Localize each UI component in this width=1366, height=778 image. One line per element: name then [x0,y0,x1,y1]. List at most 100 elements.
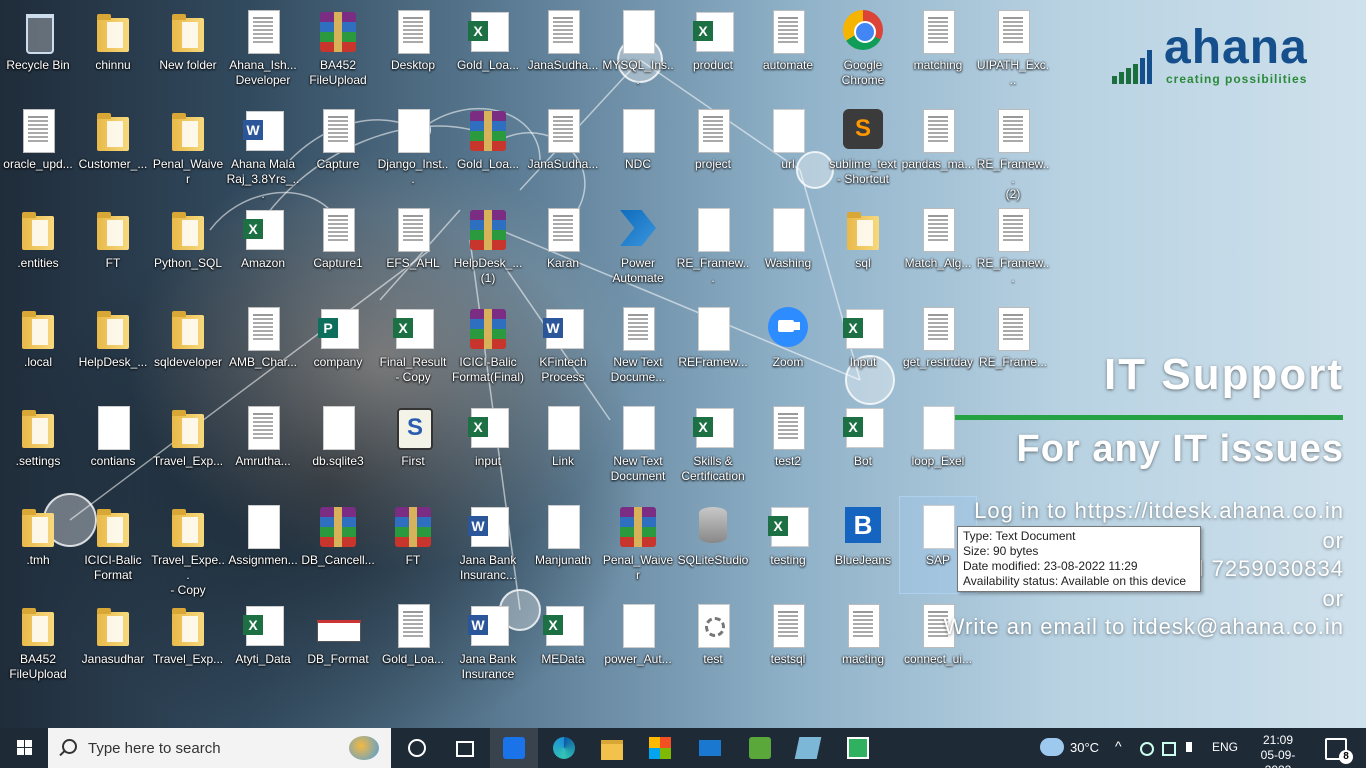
desktop-icon[interactable]: New Text Docume... [600,299,676,395]
desktop-icon[interactable]: W Ahana Mala Raj_3.8Yrs_... [225,101,301,201]
desktop-icon[interactable]: ICICI-Balic Format(Final) [450,299,526,395]
taskbar-app-pinned-4[interactable] [834,728,882,768]
desktop-icon[interactable]: contians [75,398,151,494]
desktop-icon[interactable]: REFramew... [675,299,751,395]
desktop-icon[interactable]: RE_Framew... [975,200,1051,296]
start-button[interactable] [0,728,48,768]
desktop-icon[interactable]: testsql [750,596,826,692]
desktop-icon[interactable]: RE_Frame... [975,299,1051,395]
desktop-icon[interactable]: Capture [300,101,376,197]
desktop-icon[interactable]: Link [525,398,601,494]
chevron-up-icon[interactable]: ^ [1115,738,1131,754]
desktop-icon[interactable]: Karan [525,200,601,296]
desktop-icon[interactable]: Power Automate [600,200,676,296]
desktop-icon[interactable]: Customer_... [75,101,151,197]
desktop-icon[interactable]: X Gold_Loa... [450,2,526,98]
desktop-icon[interactable]: url [750,101,826,197]
desktop-icon[interactable]: Assignmen... [225,497,301,593]
desktop-icon[interactable]: Gold_Loa... [375,596,451,692]
weather-temperature[interactable]: 30°C [1070,740,1099,755]
desktop-icon[interactable]: Manjunath [525,497,601,593]
desktop-icon[interactable]: MYSQL_Ins... [600,2,676,98]
desktop-icon[interactable]: B BlueJeans [825,497,901,593]
desktop-icon[interactable]: Gold_Loa... [450,101,526,197]
desktop-icon[interactable]: loop_Exel [900,398,976,494]
desktop-icon[interactable]: pandas_ma... [900,101,976,197]
desktop-icon[interactable]: Python_SQL [150,200,226,296]
desktop-icon[interactable]: power_Aut... [600,596,676,692]
network-icon[interactable] [1140,742,1154,756]
desktop-icon[interactable]: UIPATH_Exc... [975,2,1051,98]
taskbar-store[interactable] [636,728,684,768]
desktop-icon[interactable]: Capture1 [300,200,376,296]
desktop-icon[interactable]: W Jana Bank Insurance [450,596,526,692]
desktop-icon[interactable]: .settings [0,398,76,494]
desktop-icon[interactable]: X Input [825,299,901,395]
clock[interactable]: 21:09 05-09-2022 [1250,733,1306,778]
desktop-icon[interactable]: sublime_text - Shortcut [825,101,901,197]
desktop-icon[interactable]: Google Chrome [825,2,901,98]
desktop-icon[interactable]: Recycle Bin [0,2,76,98]
desktop-icon[interactable]: RE_Framew... (2) [975,101,1051,201]
desktop-icon[interactable]: DB_Cancell... [300,497,376,593]
desktop-icon[interactable]: X Bot [825,398,901,494]
desktop-icon[interactable]: .entities [0,200,76,296]
desktop[interactable]: Recycle Bin chinnu New folder Ahana_Ish... … [0,0,1366,728]
desktop-icon[interactable]: automate [750,2,826,98]
desktop-icon[interactable]: X Final_Result - Copy [375,299,451,395]
desktop-icon[interactable]: Travel_Exp... [150,596,226,692]
taskbar-edge[interactable] [540,728,588,768]
desktop-icon[interactable]: AMB_Char... [225,299,301,395]
desktop-icon[interactable]: sql [825,200,901,296]
desktop-icon[interactable]: EFS_AHL [375,200,451,296]
desktop-icon[interactable]: Penal_Waiver [150,101,226,197]
desktop-icon[interactable]: BA452 FileUpload [0,596,76,692]
desktop-icon[interactable]: chinnu [75,2,151,98]
desktop-icon[interactable]: macting [825,596,901,692]
desktop-icon[interactable]: Janasudhar [75,596,151,692]
desktop-icon[interactable]: .local [0,299,76,395]
desktop-icon[interactable]: Xproduct [675,2,751,98]
desktop-icon[interactable]: SQLiteStudio [675,497,751,593]
desktop-icon[interactable]: NDC [600,101,676,197]
desktop-icon[interactable]: FT [75,200,151,296]
desktop-icon[interactable]: X Skills & Certification [675,398,751,494]
desktop-icon[interactable]: X MEData [525,596,601,692]
desktop-icon[interactable]: New folder [150,2,226,98]
notification-center-icon[interactable]: 8 [1325,738,1353,764]
desktop-icon[interactable]: get_restrtday [900,299,976,395]
desktop-icon[interactable]: X Atyti_Data [225,596,301,692]
speaker-icon[interactable] [1186,742,1198,752]
desktop-icon[interactable]: New Text Document [600,398,676,494]
desktop-icon[interactable]: HelpDesk_... [75,299,151,395]
desktop-icon[interactable]: Xtesting [750,497,826,593]
desktop-icon[interactable]: oracle_upd... [0,101,76,197]
desktop-icon[interactable]: Ahana_Ish... Developer [225,2,301,98]
desktop-icon[interactable]: connect_ui... [900,596,976,692]
desktop-icon[interactable]: Travel_Expe... - Copy [150,497,226,597]
desktop-icon[interactable]: Pcompany [300,299,376,395]
desktop-icon[interactable]: W KFintech Process [525,299,601,395]
desktop-icon[interactable]: sqldeveloper [150,299,226,395]
desktop-icon[interactable]: Washing [750,200,826,296]
desktop-icon[interactable]: DB_Format [300,596,376,692]
desktop-icon[interactable]: ICICI-Balic Format [75,497,151,593]
desktop-icon[interactable]: Zoom [750,299,826,395]
desktop-icon[interactable]: db.sqlite3 [300,398,376,494]
desktop-icon[interactable]: Desktop [375,2,451,98]
desktop-icon[interactable]: Django_Inst... [375,101,451,197]
taskbar-app-pinned-3[interactable] [784,728,832,768]
taskbar-file-explorer[interactable] [588,728,636,768]
desktop-icon[interactable]: JanaSudha... [525,2,601,98]
desktop-icon[interactable]: test [675,596,751,692]
desktop-icon[interactable]: Match_Alg... [900,200,976,296]
desktop-icon[interactable]: Amrutha... [225,398,301,494]
desktop-icon[interactable]: FT [375,497,451,593]
desktop-icon[interactable]: RE_Framew... [675,200,751,296]
desktop-icon[interactable]: Xinput [450,398,526,494]
taskbar-app-pinned-2[interactable] [736,728,784,768]
desktop-icon[interactable]: BA452 FileUpload [300,2,376,98]
desktop-icon[interactable]: X Amazon [225,200,301,296]
desktop-icon[interactable]: HelpDesk_... (1) [450,200,526,296]
input-language[interactable]: ENG [1212,740,1238,754]
